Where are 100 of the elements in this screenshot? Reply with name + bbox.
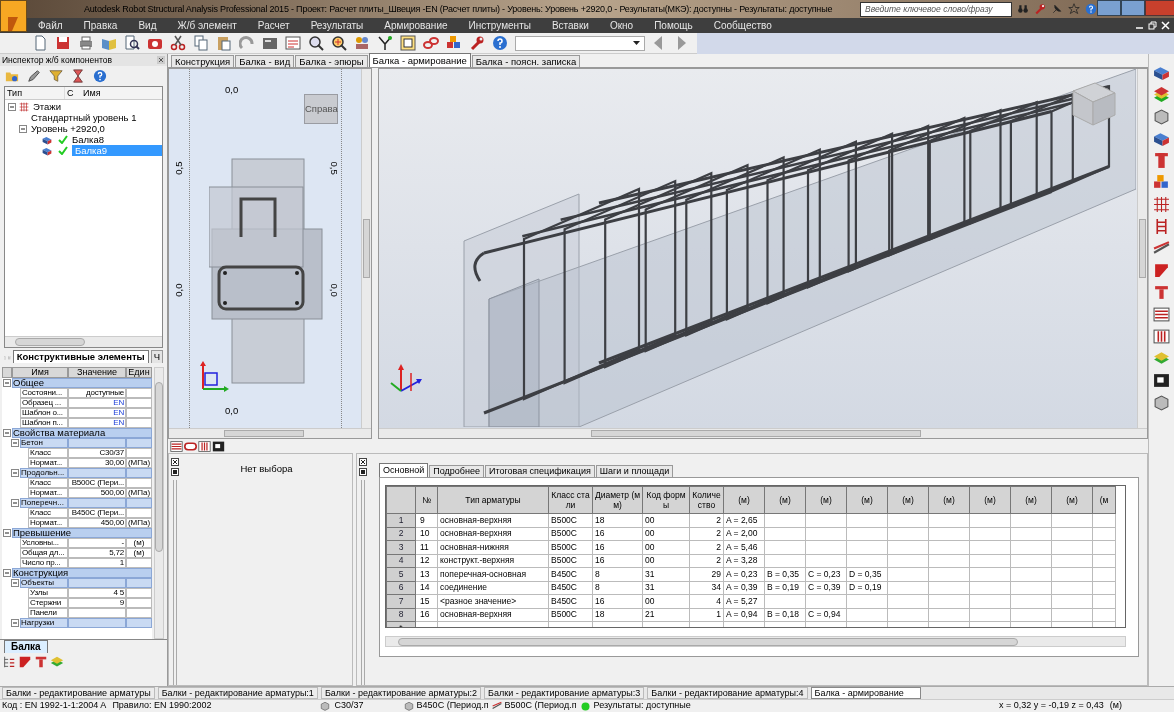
collapse-icon[interactable] [19,124,27,133]
collapse-icon[interactable] [8,102,16,111]
column-header[interactable]: (м) [969,486,1011,514]
column-header[interactable]: (м [1092,486,1116,514]
beam-icon[interactable] [1153,130,1170,147]
panel-tab[interactable]: Конструктивные элементы [12,350,149,363]
layers-icon[interactable] [1153,350,1170,367]
wrench-icon[interactable] [469,35,485,51]
star-icon[interactable] [1068,3,1080,15]
rebar-icon[interactable] [1153,240,1170,257]
dock-icon[interactable] [171,468,179,476]
forward-arrow-icon[interactable] [677,36,687,50]
menu-item[interactable]: Результаты [310,18,364,33]
column-header[interactable]: Значение [68,367,126,378]
layers-icon[interactable] [50,655,64,669]
column-header[interactable]: (м) [928,486,970,514]
printer-icon[interactable] [78,35,94,51]
horizontal-scrollbar[interactable] [5,336,162,347]
screen-dark-icon[interactable] [212,439,225,453]
group-header[interactable]: Бетон [20,438,152,448]
view-dropdown[interactable] [515,35,645,51]
zoom-icon[interactable] [308,35,324,51]
column-header[interactable]: Имя [12,367,68,378]
menu-item[interactable]: Ж/б элемент [177,18,237,33]
menu-item[interactable]: Правка [83,18,118,33]
column-header[interactable]: Тип [5,87,65,99]
cubes-icon[interactable] [446,35,462,51]
menu-item[interactable]: Файл [38,18,63,33]
window-tab[interactable]: Балка - армирование [810,687,921,699]
document-icon[interactable] [32,35,48,51]
group-header[interactable]: Продольн... [20,468,152,478]
vertical-scrollbar[interactable] [154,367,164,639]
tree-list-icon[interactable] [2,655,16,669]
vertical-scrollbar[interactable] [361,69,371,428]
column-header[interactable]: (м) [846,486,888,514]
cubes-icon[interactable] [1153,174,1170,191]
tree-item[interactable]: Балка8 [72,134,104,145]
beam-icon[interactable] [1153,64,1170,81]
frame-icon[interactable] [400,35,416,51]
group-header[interactable]: Свойства материала [12,428,152,438]
menu-item[interactable]: Вставки [551,18,589,33]
t-icon[interactable] [34,655,48,669]
screen-dark-icon[interactable] [1153,372,1170,389]
flag-icon[interactable] [1153,262,1170,279]
lines-icon[interactable] [1153,306,1170,323]
scissors-icon[interactable] [170,35,186,51]
group-header[interactable]: Объекты [20,578,152,588]
column-header[interactable]: Тип арматуры [437,486,549,514]
collapse-icon[interactable] [11,439,19,447]
menu-item[interactable]: Расчет [257,18,290,33]
view-cube[interactable]: Справа [304,94,338,124]
document-tab[interactable]: Балка - поясн. записка [471,55,581,67]
rounded-bar-icon[interactable] [184,439,197,453]
menu-item[interactable]: Окно [609,18,634,33]
menu-item[interactable]: Вид [138,18,157,33]
cube-icon[interactable] [1153,108,1170,125]
dock-icon[interactable] [359,468,367,476]
window-tab[interactable]: Балки - редактирование арматуры [2,687,155,699]
panel-tab[interactable]: Балка [4,640,48,653]
collapse-icon[interactable] [3,569,11,577]
close-icon[interactable] [171,458,179,466]
stack-icon[interactable] [1153,86,1170,103]
maximize-button[interactable] [1121,0,1145,16]
vertical-scrollbar[interactable] [1137,69,1147,428]
help-icon[interactable] [93,69,107,83]
menu-item[interactable]: Инструменты [468,18,531,33]
collapse-icon[interactable] [3,529,11,537]
redo-icon[interactable] [239,35,255,51]
group-header[interactable]: Конструкция [12,568,152,578]
column-header[interactable]: (м) [723,486,765,514]
search-field[interactable]: Введите ключевое слово/фразу [860,1,1012,17]
view-cube-icon[interactable] [1069,79,1117,127]
preview-icon[interactable] [124,35,140,51]
branch-icon[interactable] [377,35,393,51]
window-tab[interactable]: Балки - редактирование арматуры:4 [647,687,808,699]
bars-icon[interactable] [1153,328,1170,345]
tree-item[interactable]: Стандартный уровень 1 [31,112,137,123]
filter-icon[interactable] [49,69,63,83]
document-tab[interactable]: Балка - вид [235,55,295,67]
save-icon[interactable] [55,35,71,51]
screen-icon[interactable] [285,35,301,51]
column-header[interactable]: Диаметр (мм) [592,486,643,514]
menu-item[interactable]: Помощь [654,18,693,33]
restore-icon[interactable] [1148,21,1157,30]
horizontal-scrollbar[interactable] [379,428,1147,438]
column-header[interactable]: (м) [1051,486,1093,514]
table-tab[interactable]: Подробнее [429,465,484,477]
column-header[interactable]: Един [126,367,152,378]
close-button[interactable] [1145,0,1174,16]
lines-icon[interactable] [170,439,183,453]
collapse-icon[interactable] [11,499,19,507]
pencil-icon[interactable] [27,69,41,83]
collapse-icon[interactable] [11,469,19,477]
table-tab[interactable]: Основной [379,463,429,477]
back-arrow-icon[interactable] [653,36,663,50]
table-tab[interactable]: Итоговая спецификация [484,465,595,477]
menu-item[interactable]: Сообщество [713,18,772,33]
menu-item[interactable]: Армирование [384,18,448,33]
column-header[interactable]: С [65,87,81,99]
window-icon[interactable] [262,35,278,51]
